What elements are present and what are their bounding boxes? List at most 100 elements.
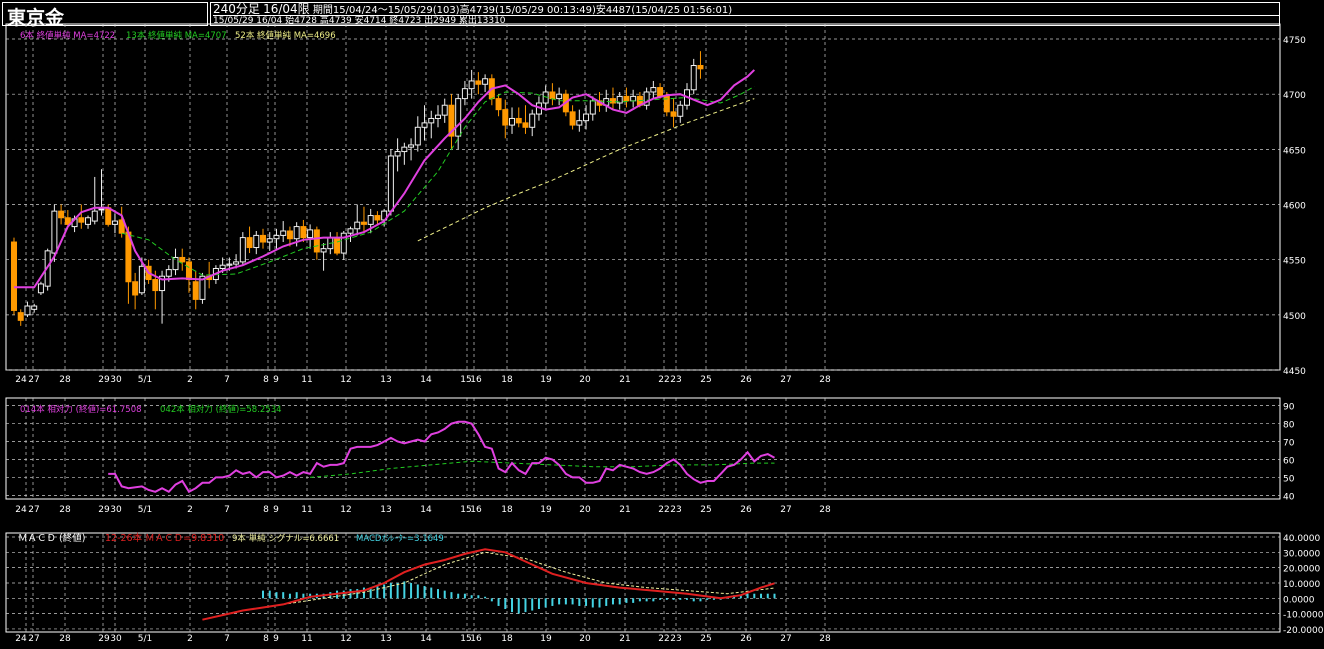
- panel-2-ytick: 30.0000: [1283, 549, 1320, 559]
- candle-body: [91, 210, 98, 222]
- panel-0-ytick: 4700: [1283, 91, 1306, 101]
- candle-body: [360, 221, 367, 225]
- panel-0-xtick: 19: [540, 375, 552, 385]
- panel-0-xtick: 8: [263, 375, 269, 385]
- panel-2-xtick: 21: [619, 634, 630, 644]
- panel-1-xtick: 9: [273, 505, 279, 515]
- panel-2-xtick: 12: [340, 634, 351, 644]
- candle-body: [85, 217, 92, 225]
- panel-2-ytick: 10.0000: [1283, 580, 1320, 590]
- panel-2-ytick: 40.0000: [1283, 534, 1320, 544]
- panel-0-xtick: 27: [28, 375, 39, 385]
- candle-body: [37, 283, 44, 294]
- legend-osc: MACDｵｼﾚｰﾀｰ=3.1649: [356, 534, 444, 544]
- candle-body: [367, 215, 374, 225]
- panel-0-ytick: 4650: [1283, 146, 1306, 156]
- candle-body: [31, 305, 38, 310]
- candle-body: [583, 113, 590, 122]
- panel-1-xtick: 19: [540, 505, 552, 515]
- panel-0-ytick: 4600: [1283, 202, 1306, 212]
- candle-body: [529, 113, 536, 128]
- panel-1-xtick: 26: [740, 505, 752, 515]
- panel-1-ytick: 50: [1283, 474, 1295, 484]
- panel-1-ytick: 40: [1283, 492, 1295, 502]
- candle-body: [24, 305, 31, 316]
- panel-0-xtick: 25: [700, 375, 711, 385]
- candle-body: [111, 220, 118, 225]
- candle-body: [408, 144, 415, 148]
- panel-2-xtick: 30: [110, 634, 122, 644]
- panel-1-ytick: 60: [1283, 456, 1295, 466]
- candle-body: [434, 114, 441, 119]
- panel-2-xtick: 23: [670, 634, 681, 644]
- panel-0-xtick: 16: [470, 375, 482, 385]
- panel-2-ytick: -10.0000: [1283, 611, 1324, 621]
- candle-body: [670, 111, 677, 117]
- candle-body: [502, 109, 509, 126]
- candle-body: [401, 146, 408, 153]
- candle-body: [185, 261, 192, 281]
- panel-2-xtick: 11: [301, 634, 312, 644]
- candle-body: [219, 264, 226, 270]
- candle-body: [253, 234, 260, 249]
- chart-canvas: 445045004550460046504700475024 27 28 29 30 5/…: [5, 23, 1324, 644]
- panel-2-xtick: 8: [263, 634, 269, 644]
- panel-0-xtick: 13: [380, 375, 391, 385]
- candle-body: [239, 237, 246, 263]
- candle-body: [482, 78, 489, 85]
- candle-body: [468, 80, 475, 90]
- candle-body: [58, 210, 65, 219]
- candle-body: [347, 228, 354, 234]
- legend-signal: 9本 単純 シグナル=6.6661: [232, 533, 339, 544]
- candle-body: [461, 88, 468, 100]
- panel-0-ytick: 4750: [1283, 36, 1306, 46]
- panel-1-xtick: 8: [263, 505, 269, 515]
- panel-1-xtick: 21: [619, 505, 630, 515]
- panel-1-xtick: 29: [98, 505, 110, 515]
- candle-body: [246, 237, 253, 249]
- panel-1-xtick: 22: [658, 505, 669, 515]
- candle-body: [576, 120, 583, 126]
- legend-rsi14: 014本 相対力 (終値)=61.7508: [20, 404, 142, 415]
- candle-body: [300, 226, 307, 239]
- panel-2-xtick: 26: [740, 634, 752, 644]
- legend-ma13: 13本 終値単純 MA=4707: [126, 30, 227, 41]
- candle-body: [260, 234, 267, 243]
- candle-body: [273, 234, 280, 240]
- candle-body: [354, 221, 361, 230]
- candle-body: [266, 238, 273, 243]
- candle-body: [569, 111, 576, 126]
- candle-body: [78, 217, 85, 223]
- candle-body: [414, 126, 421, 146]
- panel-1-ytick: 70: [1283, 439, 1295, 449]
- candle-body: [428, 117, 435, 124]
- candle-body: [509, 117, 516, 126]
- panel-2-ytick: 20.0000: [1283, 565, 1320, 575]
- panel-0-xtick: 24: [15, 375, 27, 385]
- panel-1-xtick: 14: [420, 505, 432, 515]
- candle-body: [320, 248, 327, 253]
- candle-body: [17, 312, 24, 321]
- rsi42-line: [310, 460, 775, 478]
- candle-body: [51, 210, 58, 254]
- panel-1-xtick: 13: [380, 505, 391, 515]
- panel-0-xtick: 5/1: [138, 375, 152, 385]
- panel-2-xtick: 5/1: [138, 634, 152, 644]
- candle-body: [556, 93, 563, 100]
- candle-body: [152, 279, 159, 292]
- candle-body: [394, 151, 401, 157]
- panel-2-frame: [5, 532, 1281, 633]
- candle-body: [630, 95, 637, 102]
- panel-1-xtick: 7: [224, 505, 230, 515]
- panel-2-xtick: 9: [273, 634, 279, 644]
- candle-body: [697, 65, 704, 70]
- panel-1-xtick: 2: [187, 505, 193, 515]
- panel-0-ytick: 4500: [1283, 312, 1306, 322]
- candle-body: [515, 117, 522, 124]
- candle-body: [623, 95, 630, 102]
- candle-body: [690, 65, 697, 91]
- panel-2-xtick: 18: [501, 634, 513, 644]
- panel-0-xtick: 11: [301, 375, 312, 385]
- panel-0-xtick: 12: [340, 375, 351, 385]
- panel-1-xtick: 30: [110, 505, 122, 515]
